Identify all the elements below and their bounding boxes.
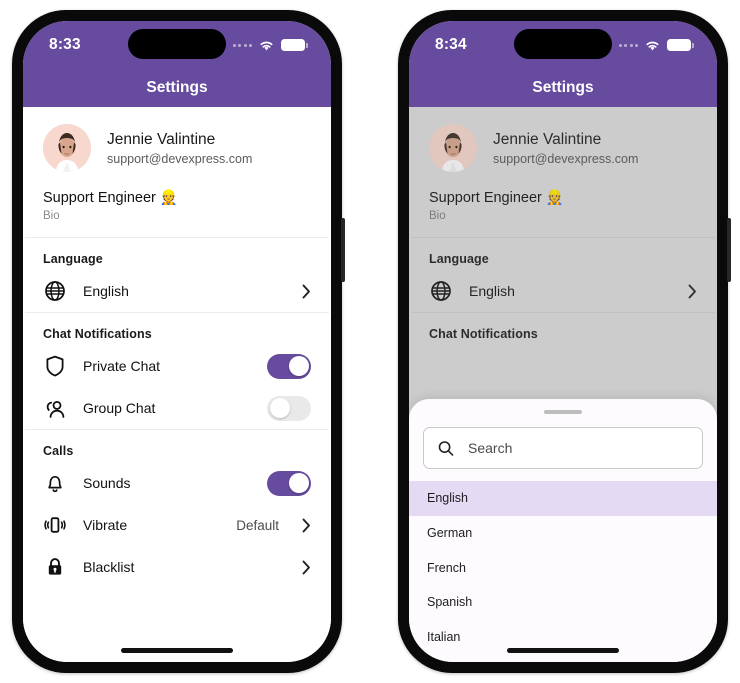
bio-label: Bio: [43, 210, 60, 222]
profile-header: Jennie Valintine support@devexpress.com: [427, 107, 699, 172]
list-item[interactable]: French: [409, 550, 717, 585]
row-blacklist-label: Blacklist: [83, 559, 135, 575]
vibrate-icon: [43, 513, 67, 537]
status-time: 8:33: [49, 36, 81, 53]
bio-value: Support Engineer 👷: [43, 190, 178, 206]
chevron-right-icon: [302, 560, 310, 574]
profile-name: Jennie Valintine: [107, 130, 216, 148]
screenshot-stage: 8:33 Settings Jennie Valintine support@d…: [0, 0, 740, 683]
home-indicator[interactable]: [121, 648, 233, 653]
search-container: [409, 414, 717, 481]
wifi-icon: [646, 41, 659, 50]
row-private-chat[interactable]: Private Chat: [41, 345, 313, 387]
language-label: Spanish: [427, 595, 473, 610]
chevron-right-icon: [302, 518, 310, 532]
language-label: French: [427, 560, 466, 575]
status-bar: 8:33: [23, 21, 331, 69]
row-sounds[interactable]: Sounds: [41, 462, 313, 504]
toggle-group-chat[interactable]: [267, 395, 311, 421]
phone-device-settings: 8:33 Settings Jennie Valintine support@d…: [12, 10, 345, 673]
language-label: German: [427, 526, 473, 541]
section-title-language: Language: [429, 252, 489, 266]
shield-icon: [43, 354, 67, 378]
nav-bar: Settings: [23, 69, 331, 107]
dynamic-island: [128, 29, 226, 59]
row-vibrate[interactable]: Vibrate Default: [41, 504, 313, 546]
signal-dots-icon: [232, 43, 252, 47]
signal-dots-icon: [618, 43, 638, 47]
bio-value: Support Engineer 👷: [429, 190, 564, 206]
chevron-right-icon: [302, 284, 310, 298]
toggle-private-chat[interactable]: [267, 353, 311, 379]
language-label: English: [427, 491, 468, 506]
battery-icon: [281, 39, 308, 51]
status-indicators: [232, 39, 308, 52]
section-title-calls: Calls: [43, 444, 74, 458]
profile-email: support@devexpress.com: [107, 151, 253, 166]
chevron-right-icon: [688, 284, 696, 298]
profile-email: support@devexpress.com: [493, 151, 639, 166]
bio-block[interactable]: Support Engineer 👷 Bio: [41, 172, 313, 237]
status-bar: 8:34: [409, 21, 717, 69]
power-button[interactable]: [727, 218, 731, 282]
group-people-icon: [43, 396, 67, 420]
avatar: [429, 124, 477, 172]
row-private-chat-label: Private Chat: [83, 358, 161, 374]
nav-bar: Settings: [409, 69, 717, 107]
power-button[interactable]: [341, 218, 345, 282]
language-list: English German French Spanish Italian Ru…: [409, 481, 717, 662]
list-item[interactable]: German: [409, 516, 717, 551]
avatar: [43, 124, 91, 172]
row-group-chat-label: Group Chat: [83, 400, 156, 416]
home-indicator[interactable]: [507, 648, 619, 653]
search-input[interactable]: [468, 440, 688, 456]
status-time: 8:34: [435, 36, 467, 53]
row-language[interactable]: English: [41, 270, 313, 312]
phone-screen-settings: 8:33 Settings Jennie Valintine support@d…: [23, 21, 331, 662]
list-item[interactable]: English: [409, 481, 717, 516]
globe-icon: [43, 279, 67, 303]
language-label: Italian: [427, 630, 461, 645]
bell-icon: [43, 471, 67, 495]
bio-block: Support Engineer 👷 Bio: [427, 172, 699, 237]
battery-icon: [667, 39, 694, 51]
row-language: English: [427, 270, 699, 312]
dynamic-island: [514, 29, 612, 59]
row-blacklist[interactable]: Blacklist: [41, 546, 313, 588]
profile-name: Jennie Valintine: [493, 130, 602, 148]
page-title: Settings: [532, 79, 594, 96]
search-icon: [438, 440, 454, 456]
profile-header[interactable]: Jennie Valintine support@devexpress.com: [41, 107, 313, 172]
row-vibrate-value: Default: [236, 517, 279, 533]
status-indicators: [618, 39, 694, 52]
globe-icon: [429, 279, 453, 303]
list-item[interactable]: Russian: [409, 654, 717, 662]
phone-screen-language-picker: 8:34 Settings Jennie Valintine support@d…: [409, 21, 717, 662]
bio-label: Bio: [429, 210, 446, 222]
list-item[interactable]: Spanish: [409, 585, 717, 620]
wifi-icon: [260, 41, 273, 50]
row-vibrate-label: Vibrate: [83, 517, 128, 533]
page-title: Settings: [146, 79, 208, 96]
row-language-label: English: [83, 283, 129, 299]
settings-content-dimmed: Jennie Valintine support@devexpress.com …: [409, 107, 717, 662]
section-title-chat-notifications: Chat Notifications: [43, 327, 152, 341]
section-title-chat-notifications: Chat Notifications: [429, 327, 538, 341]
section-title-language: Language: [43, 252, 103, 266]
settings-content: Jennie Valintine support@devexpress.com …: [23, 107, 331, 662]
row-sounds-label: Sounds: [83, 475, 131, 491]
row-language-label: English: [469, 283, 515, 299]
toggle-sounds[interactable]: [267, 470, 311, 496]
language-picker-sheet: English German French Spanish Italian Ru…: [409, 399, 717, 662]
row-group-chat[interactable]: Group Chat: [41, 387, 313, 429]
lock-icon: [43, 555, 67, 579]
phone-device-language-picker: 8:34 Settings Jennie Valintine support@d…: [398, 10, 731, 673]
search-box[interactable]: [423, 427, 703, 469]
